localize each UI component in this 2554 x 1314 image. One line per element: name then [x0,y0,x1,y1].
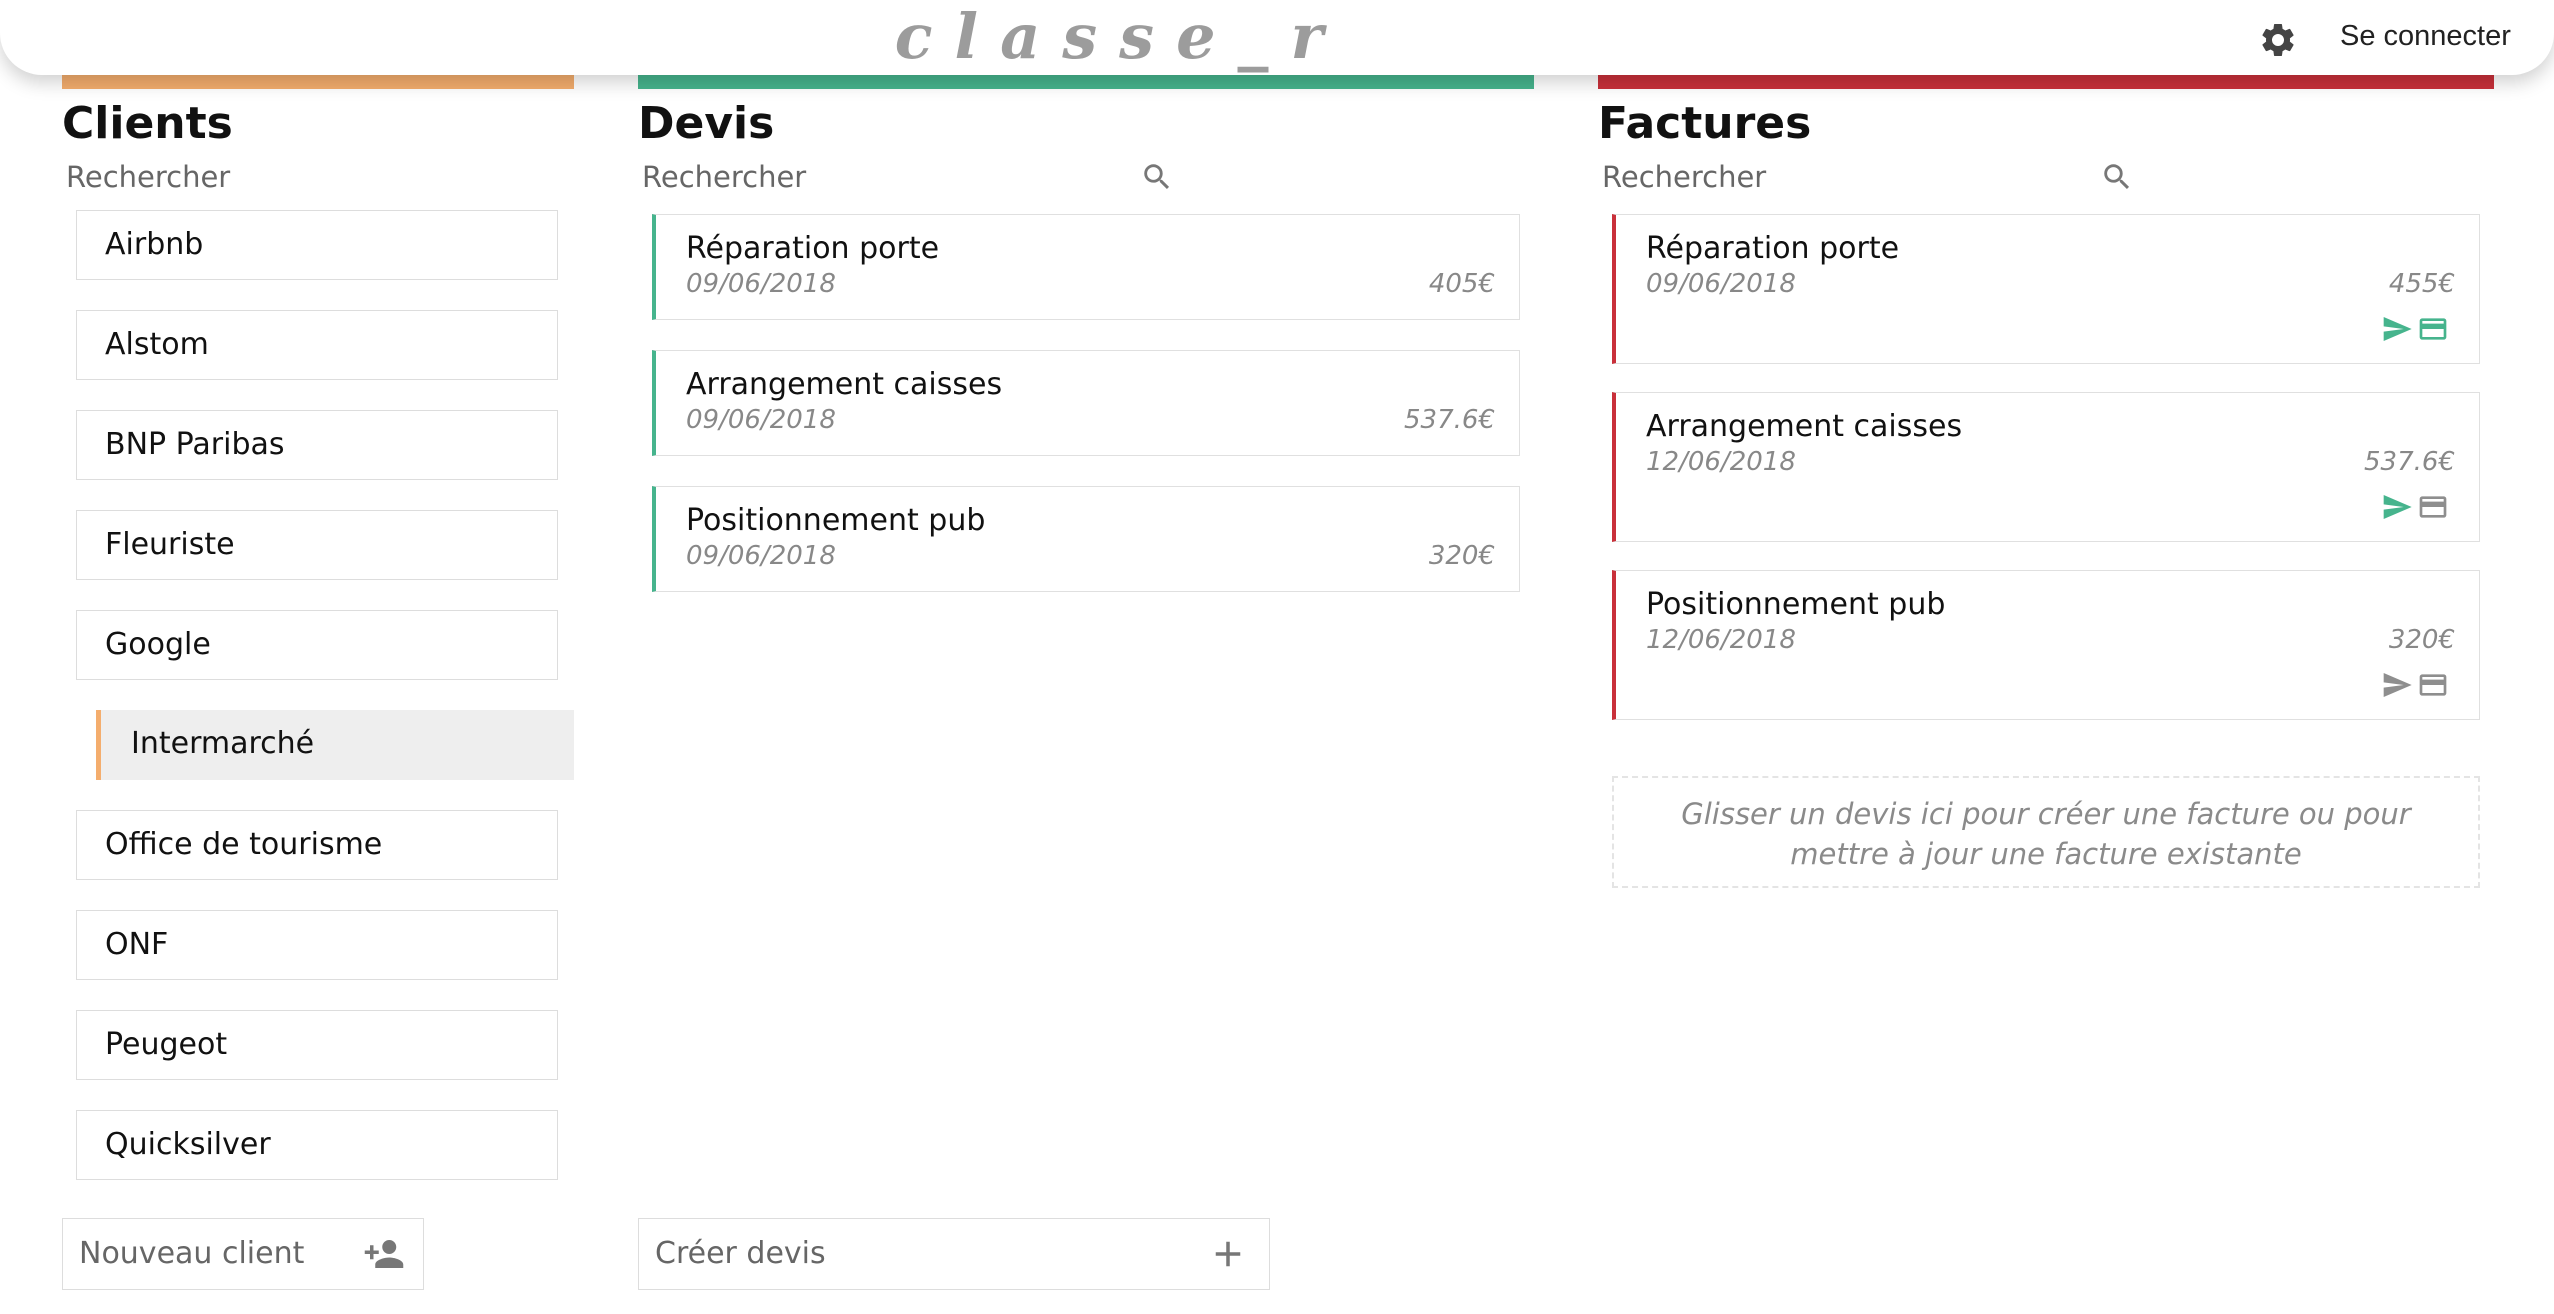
client-item[interactable]: ONF [76,910,558,980]
facture-name: Arrangement caisses [1646,409,1963,444]
facture-card[interactable]: Réparation porte 09/06/2018 455€ [1612,214,2480,364]
plus-icon [1215,1241,1241,1267]
login-link[interactable]: Se connecter [2340,16,2511,56]
client-item[interactable]: BNP Paribas [76,410,558,480]
facture-actions [2379,491,2451,521]
new-client-button[interactable]: Nouveau client [62,1218,424,1290]
create-devis-button[interactable]: Créer devis [638,1218,1270,1290]
devis-card[interactable]: Arrangement caisses 09/06/2018 537.6€ [652,350,1520,456]
facture-date: 12/06/2018 [1646,625,1796,655]
devis-accent-bar [638,75,1534,89]
facture-date: 09/06/2018 [1646,269,1796,299]
facture-name: Positionnement pub [1646,587,1946,622]
devis-card[interactable]: Positionnement pub 09/06/2018 320€ [652,486,1520,592]
client-item[interactable]: Intermarché [96,710,574,780]
devis-date: 09/06/2018 [686,405,836,435]
devis-date: 09/06/2018 [686,541,836,571]
factures-search-input[interactable]: Rechercher [1602,158,1766,196]
add-person-icon [364,1240,404,1268]
facture-amount: 320€ [2388,625,2455,655]
search-icon[interactable] [1140,160,1174,194]
app-header: classe_r Se connecter [0,0,2554,75]
client-item[interactable]: Office de tourisme [76,810,558,880]
facture-actions [2379,313,2451,343]
devis-name: Réparation porte [686,231,940,266]
devis-title: Devis [638,98,775,149]
client-item[interactable]: Google [76,610,558,680]
client-item[interactable]: Airbnb [76,210,558,280]
invoice-dropzone[interactable]: Glisser un devis ici pour créer une fact… [1612,776,2480,888]
devis-amount: 320€ [1428,541,1495,571]
facture-amount: 455€ [2388,269,2455,299]
factures-title: Factures [1598,98,1812,149]
devis-card[interactable]: Réparation porte 09/06/2018 405€ [652,214,1520,320]
factures-accent-bar [1598,75,2494,89]
send-icon[interactable] [2379,491,2415,523]
facture-amount: 537.6€ [2364,447,2455,477]
facture-card[interactable]: Positionnement pub 12/06/2018 320€ [1612,570,2480,720]
search-icon[interactable] [2100,160,2134,194]
clients-list: Airbnb Alstom BNP Paribas Fleuriste Google In… [62,210,582,1180]
facture-card[interactable]: Arrangement caisses 12/06/2018 537.6€ [1612,392,2480,542]
devis-amount: 405€ [1428,269,1495,299]
app-logo: classe_r [894,0,1346,73]
credit-card-icon[interactable] [2415,669,2451,701]
credit-card-icon[interactable] [2415,313,2451,345]
credit-card-icon[interactable] [2415,491,2451,523]
create-devis-label: Créer devis [655,1236,826,1271]
facture-name: Réparation porte [1646,231,1900,266]
send-icon[interactable] [2379,313,2415,345]
client-item[interactable]: Quicksilver [76,1110,558,1180]
gear-icon[interactable] [2258,20,2298,60]
devis-date: 09/06/2018 [686,269,836,299]
devis-amount: 537.6€ [1404,405,1495,435]
client-item[interactable]: Fleuriste [76,510,558,580]
send-icon[interactable] [2379,669,2415,701]
devis-search-input[interactable]: Rechercher [642,158,806,196]
devis-name: Arrangement caisses [686,367,1003,402]
new-client-label: Nouveau client [79,1236,305,1271]
facture-actions [2379,669,2451,699]
facture-date: 12/06/2018 [1646,447,1796,477]
client-item[interactable]: Alstom [76,310,558,380]
clients-accent-bar [62,75,574,89]
clients-title: Clients [62,98,233,149]
client-item[interactable]: Peugeot [76,1010,558,1080]
devis-name: Positionnement pub [686,503,986,538]
clients-search-input[interactable]: Rechercher [66,158,230,196]
